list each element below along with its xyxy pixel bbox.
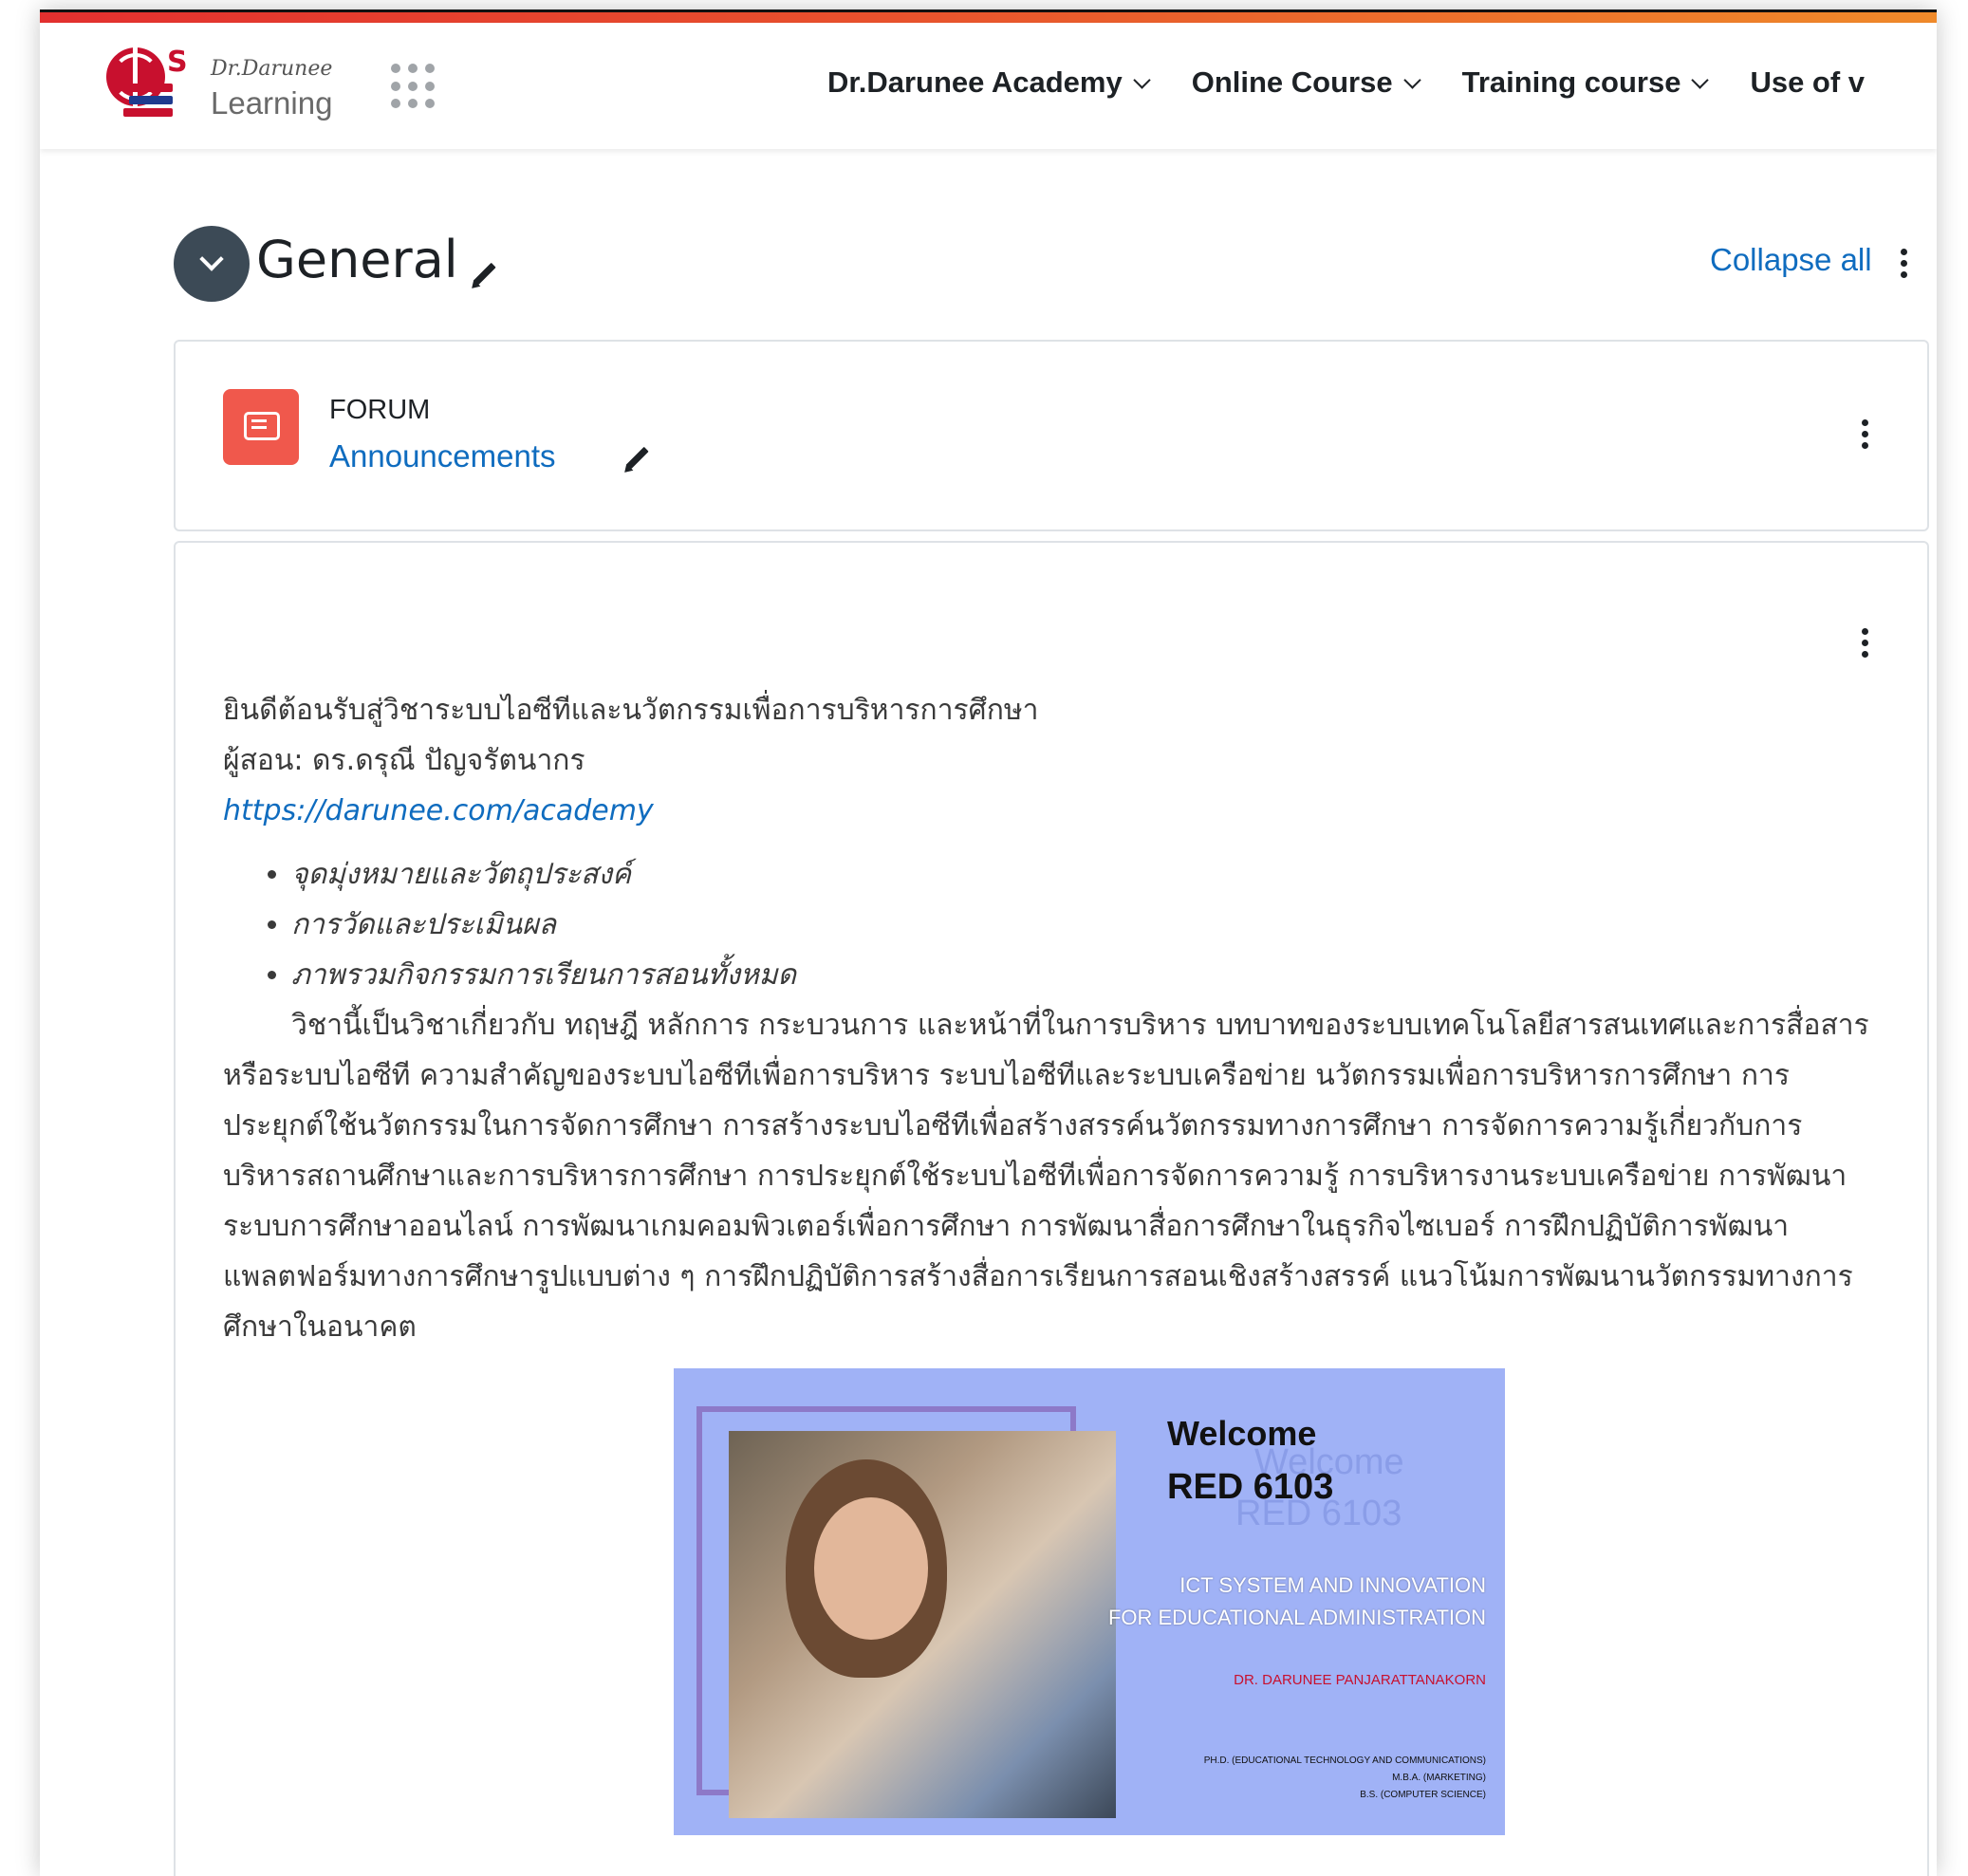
academy-url-link[interactable]: https://darunee.com/academy <box>223 786 1874 836</box>
nav-item-use-of[interactable]: Use of v <box>1750 65 1865 100</box>
chevron-down-icon <box>1691 70 1710 89</box>
nav-item-label: Training course <box>1461 65 1681 99</box>
browser-window: S Dr.Darunee Learning Dr.Darunee Academy… <box>40 9 1937 1876</box>
section-menu-icon[interactable] <box>1898 249 1909 283</box>
logo-script-text: Dr.Darunee <box>211 57 333 81</box>
collapse-all-link[interactable]: Collapse all <box>1710 242 1872 278</box>
logo-name-text: Learning <box>211 85 333 121</box>
list-item: จุดมุ่งหมายและวัตถุประสงค์ <box>291 849 1874 900</box>
course-description-body: ยินดีต้อนรับสู่วิชาระบบไอซีทีและนวัตกรรม… <box>223 685 1874 1352</box>
primary-navigation: Dr.Darunee Academy Online Course Trainin… <box>827 65 1908 100</box>
nav-item-academy[interactable]: Dr.Darunee Academy <box>827 65 1151 100</box>
nav-item-label: Dr.Darunee Academy <box>827 65 1123 99</box>
course-welcome-banner: Welcome RED 6103 Welcome RED 6103 ICT SY… <box>674 1368 1505 1835</box>
announcements-link[interactable]: Announcements <box>329 438 556 474</box>
banner-degree: B.S. (COMPUTER SCIENCE) <box>1360 1790 1486 1800</box>
banner-course-title-line2: FOR EDUCATIONAL ADMINISTRATION <box>1107 1606 1486 1629</box>
forum-activity-card: FORUM Announcements <box>174 340 1929 531</box>
edit-activity-name-icon[interactable] <box>622 442 654 474</box>
banner-author: DR. DARUNEE PANJARATTANAKORN <box>1234 1672 1486 1688</box>
instructor-photo <box>729 1431 1116 1818</box>
forum-icon <box>223 389 299 465</box>
top-accent-bar <box>40 9 1937 23</box>
edit-section-title-icon[interactable] <box>469 258 501 290</box>
welcome-text: ยินดีต้อนรับสู่วิชาระบบไอซีทีและนวัตกรรม… <box>223 694 1039 727</box>
logo-letter-icon: S <box>167 46 188 79</box>
section-title-text: General <box>256 230 458 289</box>
top-navbar: S Dr.Darunee Learning Dr.Darunee Academy… <box>40 23 1937 149</box>
chevron-down-icon <box>1133 70 1151 89</box>
banner-course-title-line1: ICT SYSTEM AND INNOVATION <box>1179 1573 1486 1597</box>
list-item: ภาพรวมกิจกรรมการเรียนการสอนทั้งหมด <box>291 950 1874 1000</box>
list-item: การวัดและประเมินผล <box>291 900 1874 950</box>
chevron-down-icon <box>1402 70 1421 89</box>
section-collapse-toggle[interactable] <box>174 226 250 302</box>
nav-item-label: Use of v <box>1750 65 1866 99</box>
books-icon <box>123 84 178 133</box>
apps-grid-icon[interactable] <box>391 64 436 109</box>
objectives-list: จุดมุ่งหมายและวัตถุประสงค์ การวัดและประเ… <box>223 849 1874 1000</box>
nav-item-training-course[interactable]: Training course <box>1461 65 1710 100</box>
course-description-paragraph: วิชานี้เป็นวิชาเกี่ยวกับ ทฤษฎี หลักการ ก… <box>223 1009 1869 1344</box>
section-title: General <box>256 230 458 289</box>
site-logo[interactable]: S Dr.Darunee Learning <box>106 46 334 137</box>
nav-item-label: Online Course <box>1191 65 1393 99</box>
label-menu-icon[interactable] <box>1859 628 1870 662</box>
banner-degree: M.B.A. (MARKETING) <box>1392 1773 1486 1783</box>
banner-degree: PH.D. (EDUCATIONAL TECHNOLOGY AND COMMUN… <box>1203 1755 1486 1766</box>
activity-menu-icon[interactable] <box>1859 419 1870 454</box>
activity-type-label: FORUM <box>329 395 431 425</box>
banner-course-code: RED 6103 <box>1167 1467 1334 1507</box>
nav-item-online-course[interactable]: Online Course <box>1191 65 1421 100</box>
instructor-text: ผู้สอน: ดร.ดรุณี ปัญจรัตนากร <box>223 744 585 777</box>
banner-welcome: Welcome <box>1167 1414 1317 1453</box>
